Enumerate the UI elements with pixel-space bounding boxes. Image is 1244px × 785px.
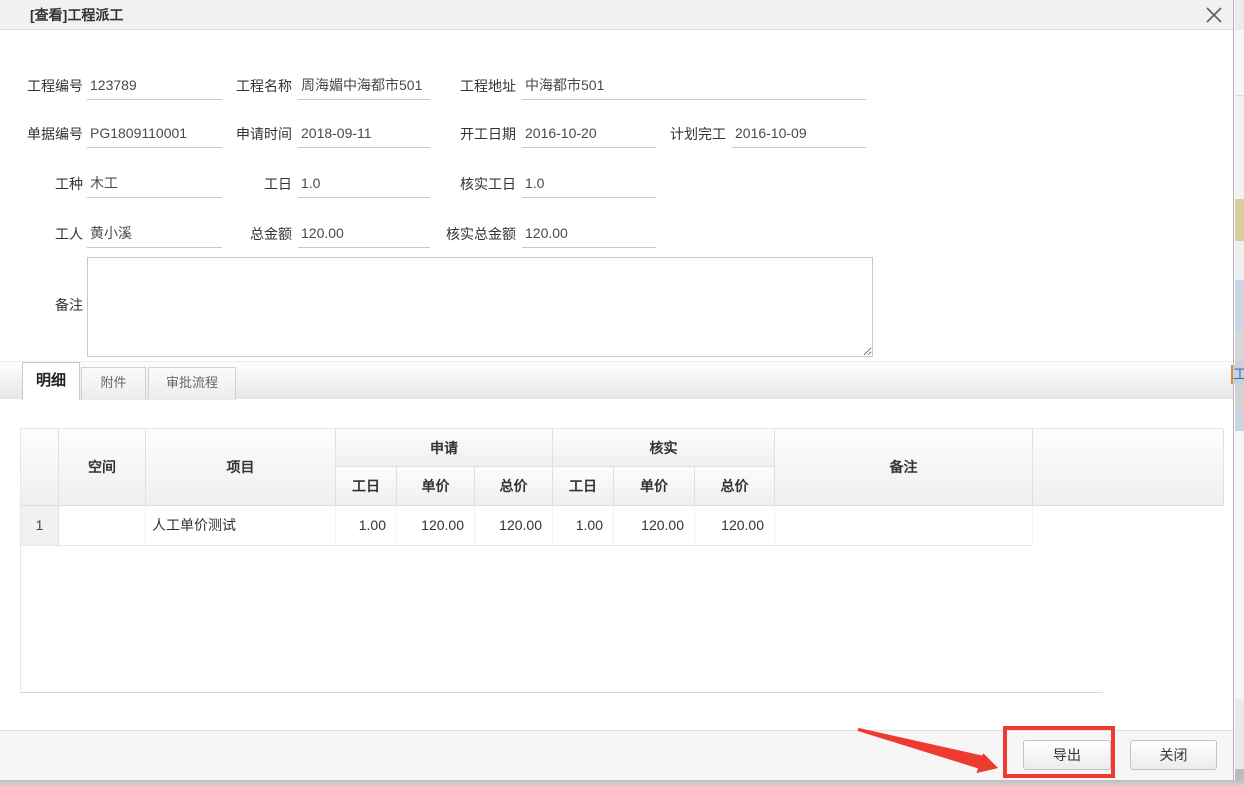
tab-attachment[interactable]: 附件 [81,367,146,400]
space-cell [59,506,146,546]
verify-unit-price-cell: 120.00 [614,506,695,546]
tab-detail[interactable]: 明细 [22,362,80,400]
column-header-filler [1033,429,1224,506]
column-group-apply[interactable]: 申请 [336,429,553,467]
apply-workday-cell: 1.00 [336,506,397,546]
tab-approval-flow[interactable]: 审批流程 [148,367,236,400]
remark-cell [775,506,1033,546]
apply-total-price-cell: 120.00 [475,506,553,546]
background-page-sliver [1235,0,1244,780]
modal-bottom-shadow [0,780,1244,785]
row-number-cell: 1 [21,506,59,546]
planned-finish-field[interactable]: 2016-10-09 [732,120,866,148]
column-header-apply-total-price[interactable]: 总价 [475,467,553,506]
tab-strip: 明细 附件 审批流程 [0,361,1233,399]
dialog-footer: 导出 关闭 [0,730,1233,780]
verify-workday-cell: 1.00 [553,506,614,546]
total-amount-field[interactable]: 120.00 [298,220,430,248]
document-number-field[interactable]: PG1809110001 [87,120,222,148]
apply-unit-price-cell: 120.00 [397,506,475,546]
apply-date-field[interactable]: 2018-09-11 [298,120,430,148]
form-row: 工种 木工 工日 1.0 核实工日 1.0 [0,170,870,198]
dialog-header: [查看]工程派工 [0,0,1233,30]
start-date-field[interactable]: 2016-10-20 [522,120,656,148]
field-label: 总金额 [212,220,292,248]
background-partial-text: 工 [1231,365,1244,384]
project-code-field[interactable]: 123789 [87,72,222,100]
dispatch-view-dialog: [查看]工程派工 工程编号 123789 工程名称 周海媚中海都市501 工程地… [0,0,1234,780]
field-label: 计划完工 [648,120,726,148]
field-label: 工日 [212,170,292,198]
form-row: 工人 黄小溪 总金额 120.00 核实总金额 120.00 [0,220,870,248]
column-header-space[interactable]: 空间 [59,429,146,506]
verified-total-amount-field[interactable]: 120.00 [522,220,656,248]
form-row: 单据编号 PG1809110001 申请时间 2018-09-11 开工日期 2… [0,120,870,148]
close-button[interactable]: 关闭 [1130,740,1217,770]
form-row: 工程编号 123789 工程名称 周海媚中海都市501 工程地址 中海都市501 [0,72,870,100]
column-header-apply-unit-price[interactable]: 单价 [397,467,475,506]
project-name-field[interactable]: 周海媚中海都市501 [298,72,430,100]
remark-textarea[interactable] [87,257,873,357]
field-label: 单据编号 [0,120,83,148]
work-type-field[interactable]: 木工 [87,170,222,198]
field-label: 工种 [0,170,83,198]
field-label: 工人 [0,220,83,248]
column-group-verify[interactable]: 核实 [553,429,775,467]
field-label: 工程名称 [212,72,292,100]
item-cell: 人工单价测试 [146,506,336,546]
column-header-item[interactable]: 项目 [146,429,336,506]
column-header-verify-workday[interactable]: 工日 [553,467,614,506]
field-label: 申请时间 [212,120,292,148]
close-icon[interactable] [1203,4,1225,26]
column-header-remark[interactable]: 备注 [775,429,1033,506]
field-label: 工程地址 [432,72,516,100]
verify-total-price-cell: 120.00 [695,506,775,546]
column-header-apply-workday[interactable]: 工日 [336,467,397,506]
column-header-rownum [21,429,59,506]
project-address-field[interactable]: 中海都市501 [522,72,866,100]
field-label: 工程编号 [0,72,83,100]
column-header-verify-unit-price[interactable]: 单价 [614,467,695,506]
verified-workday-field[interactable]: 1.0 [522,170,656,198]
column-header-verify-total-price[interactable]: 总价 [695,467,775,506]
dialog-title: [查看]工程派工 [30,0,123,30]
detail-table: 空间 项目 申请 核实 备注 工日 单价 总价 工日 单价 总价 1 人工单价测… [20,428,1223,692]
field-label: 核实总金额 [432,220,516,248]
worker-field[interactable]: 黄小溪 [87,220,222,248]
table-bottom-border [20,692,1103,693]
remark-label: 备注 [0,295,83,315]
workday-field[interactable]: 1.0 [298,170,430,198]
field-label: 核实工日 [432,170,516,198]
field-label: 开工日期 [432,120,516,148]
export-button[interactable]: 导出 [1023,740,1111,770]
screen: [查看]工程派工 工程编号 123789 工程名称 周海媚中海都市501 工程地… [0,0,1244,785]
